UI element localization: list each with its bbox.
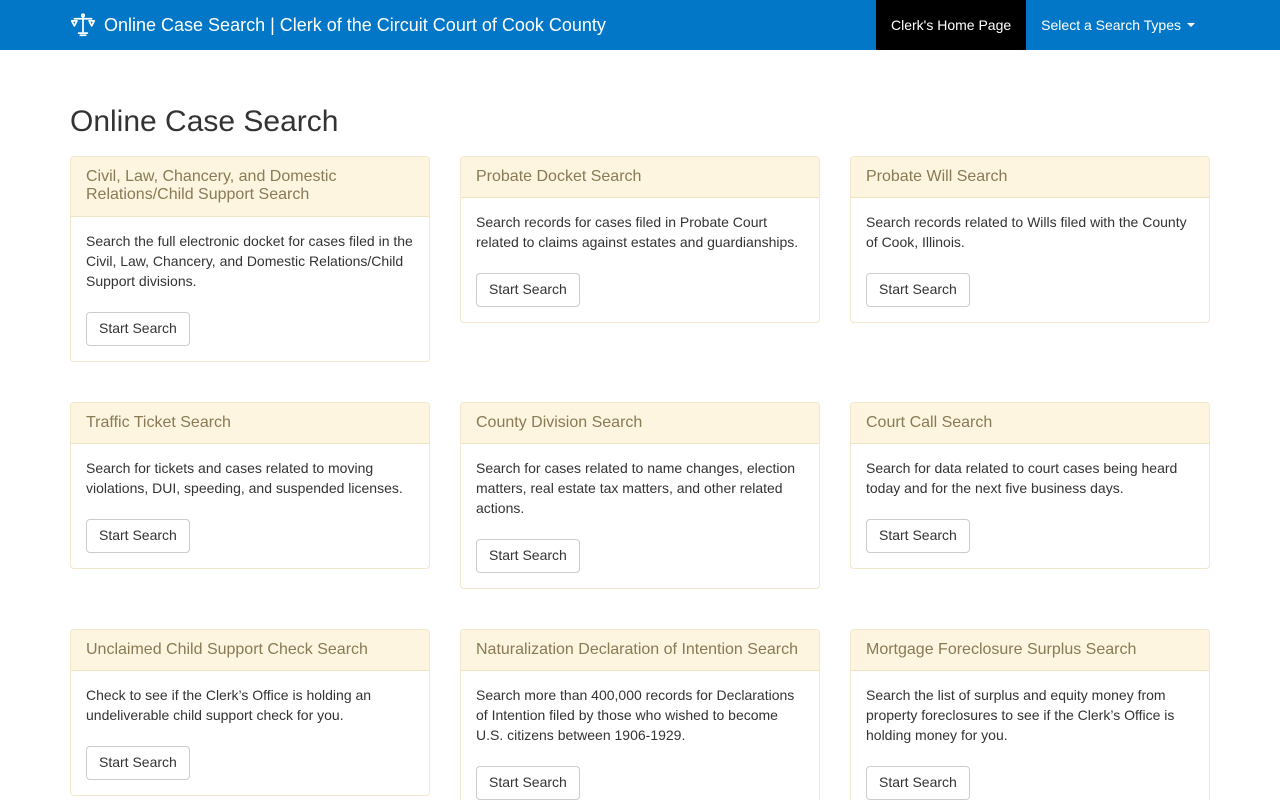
search-card: Naturalization Declaration of Intention … (460, 629, 820, 800)
card-title: Naturalization Declaration of Intention … (461, 630, 819, 672)
nav-item-label: Select a Search Types (1041, 17, 1181, 33)
start-search-button[interactable]: Start Search (86, 519, 190, 554)
card-description: Check to see if the Clerk’s Office is ho… (86, 687, 372, 724)
search-card: Unclaimed Child Support Check Search Che… (70, 629, 430, 797)
card-body: Search the full electronic docket for ca… (71, 217, 429, 361)
start-search-button[interactable]: Start Search (476, 766, 580, 800)
search-card: County Division Search Search for cases … (460, 401, 820, 590)
card-body: Search records for cases filed in Probat… (461, 198, 819, 322)
search-card: Court Call Search Search for data relate… (850, 401, 1210, 570)
nav-item-clerks-home-page[interactable]: Clerk's Home Page (876, 0, 1027, 50)
card-title: Mortgage Foreclosure Surplus Search (851, 630, 1209, 672)
top-navbar: Online Case Search | Clerk of the Circui… (0, 0, 1280, 50)
card-title: Court Call Search (851, 402, 1209, 445)
card-description: Search the list of surplus and equity mo… (866, 687, 1175, 744)
start-search-button[interactable]: Start Search (476, 273, 580, 308)
card-body: Search the list of surplus and equity mo… (851, 671, 1209, 800)
balance-scale-icon (70, 12, 96, 38)
navbar-brand-label: Online Case Search | Clerk of the Circui… (104, 14, 606, 35)
nav-item-label: Clerk's Home Page (891, 17, 1012, 33)
start-search-button[interactable]: Start Search (866, 519, 970, 554)
card-title: Probate Will Search (851, 157, 1209, 199)
navbar-links: Clerk's Home Page Select a Search Types (876, 0, 1210, 50)
card-body: Search for tickets and cases related to … (71, 444, 429, 568)
start-search-button[interactable]: Start Search (86, 311, 190, 346)
main-content: Online Case Search Civil, Law, Chancery,… (55, 105, 1225, 800)
start-search-button[interactable]: Start Search (476, 539, 580, 574)
card-grid: Civil, Law, Chancery, and Domestic Relat… (70, 156, 1210, 800)
card-description: Search for cases related to name changes… (476, 460, 796, 517)
card-title: Probate Docket Search (461, 157, 819, 199)
card-title: Unclaimed Child Support Check Search (71, 630, 429, 672)
start-search-button[interactable]: Start Search (86, 746, 190, 781)
card-body: Search records related to Wills filed wi… (851, 198, 1209, 322)
search-card: Traffic Ticket Search Search for tickets… (70, 401, 430, 570)
search-card: Probate Will Search Search records relat… (850, 156, 1210, 324)
card-title: Traffic Ticket Search (71, 402, 429, 445)
card-description: Search for data related to court cases b… (866, 460, 1178, 497)
card-description: Search records related to Wills filed wi… (866, 214, 1187, 251)
card-description: Search the full electronic docket for ca… (86, 232, 413, 289)
start-search-button[interactable]: Start Search (866, 766, 970, 800)
card-body: Search for data related to court cases b… (851, 444, 1209, 568)
page-title: Online Case Search (70, 105, 339, 138)
card-body: Search for cases related to name changes… (461, 444, 819, 588)
card-body: Check to see if the Clerk’s Office is ho… (71, 671, 429, 795)
search-card: Civil, Law, Chancery, and Domestic Relat… (70, 156, 430, 362)
card-description: Search records for cases filed in Probat… (476, 214, 799, 251)
card-title: County Division Search (461, 402, 819, 445)
card-description: Search for tickets and cases related to … (86, 460, 403, 497)
search-card: Probate Docket Search Search records for… (460, 156, 820, 324)
card-title: Civil, Law, Chancery, and Domestic Relat… (71, 157, 429, 217)
card-description: Search more than 400,000 records for Dec… (476, 687, 795, 744)
chevron-down-icon (1187, 23, 1195, 27)
nav-item-select-search-types[interactable]: Select a Search Types (1026, 0, 1210, 50)
start-search-button[interactable]: Start Search (866, 273, 970, 308)
navbar-brand[interactable]: Online Case Search | Clerk of the Circui… (70, 0, 606, 50)
search-card: Mortgage Foreclosure Surplus Search Sear… (850, 629, 1210, 800)
card-body: Search more than 400,000 records for Dec… (461, 671, 819, 800)
